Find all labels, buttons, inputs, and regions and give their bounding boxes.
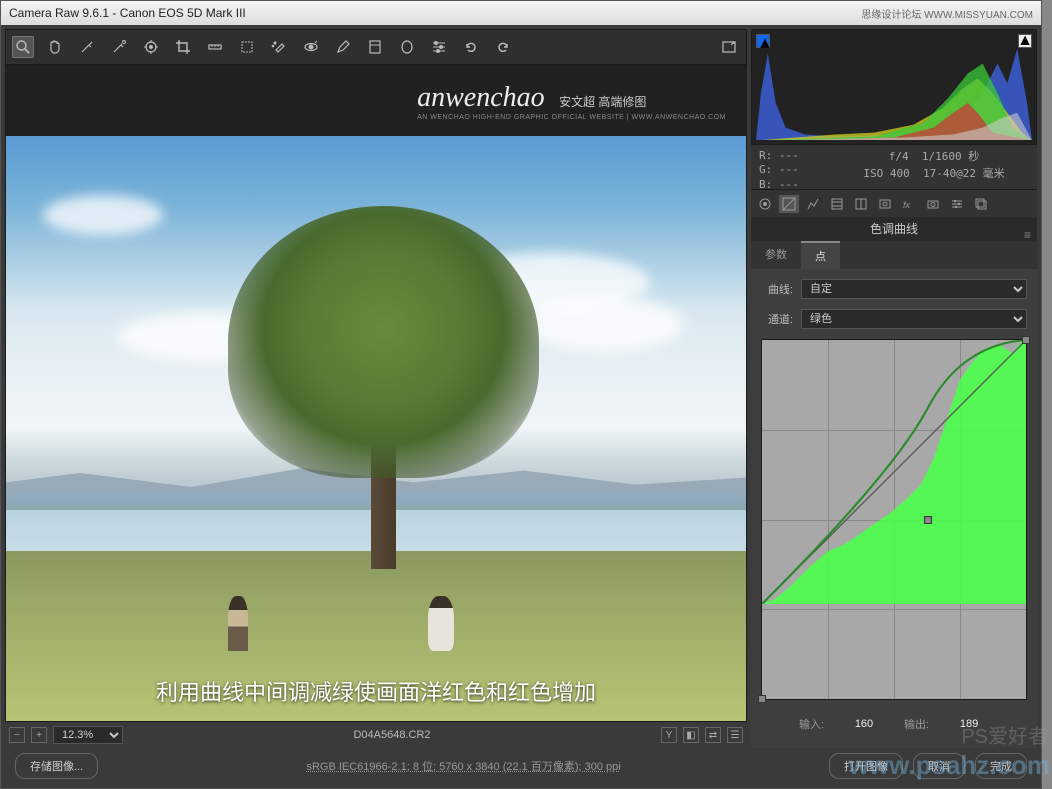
curve-panel-icon[interactable] [779, 195, 799, 213]
preview-container: anwenchao 安文超 高端修图 AN WENCHAO HIGH-END G… [5, 65, 747, 722]
zoom-select[interactable]: 12.3% [53, 726, 123, 744]
sub-tab-point[interactable]: 点 [801, 241, 840, 269]
compare-swap-button[interactable]: ⇄ [705, 727, 721, 743]
image-caption: 利用曲线中间调减绿使画面洋红色和红色增加 [6, 669, 746, 713]
fx-panel-icon[interactable]: fx [899, 195, 919, 213]
info-aperture: f/4 [889, 150, 909, 163]
info-g: G: --- [759, 163, 839, 177]
hand-tool-icon[interactable] [44, 36, 66, 58]
graduated-filter-tool-icon[interactable] [364, 36, 386, 58]
window-title: Camera Raw 9.6.1 - Canon EOS 5D Mark III [9, 6, 246, 20]
presets-panel-icon[interactable] [947, 195, 967, 213]
cancel-button[interactable]: 取消 [913, 753, 965, 779]
channel-label: 通道: [761, 311, 793, 327]
hsl-panel-icon[interactable] [827, 195, 847, 213]
curve-point-end[interactable] [1022, 336, 1030, 344]
person-bride [428, 596, 454, 651]
info-row: R: --- G: --- B: --- f/4 1/1600 秒 ISO 40… [751, 145, 1037, 189]
curve-select[interactable]: 自定 [801, 279, 1027, 299]
radial-filter-tool-icon[interactable] [396, 36, 418, 58]
fullscreen-icon[interactable] [718, 36, 740, 58]
titlebar: Camera Raw 9.6.1 - Canon EOS 5D Mark III… [1, 1, 1041, 25]
panel-title: 色调曲线 ≡ [751, 217, 1037, 241]
input-label: 输入: [799, 716, 824, 732]
adjustment-brush-tool-icon[interactable] [332, 36, 354, 58]
zoom-tool-icon[interactable] [12, 36, 34, 58]
watermark-main: anwenchao [417, 82, 545, 113]
split-tone-panel-icon[interactable] [851, 195, 871, 213]
svg-text:fx: fx [903, 200, 911, 210]
info-lens: 17-40@22 毫米 [923, 167, 1005, 180]
input-value[interactable] [844, 716, 884, 732]
zoom-out-button[interactable]: − [9, 727, 25, 743]
basic-panel-icon[interactable] [755, 195, 775, 213]
curve-point-mid[interactable] [924, 516, 932, 524]
redeye-tool-icon[interactable] [300, 36, 322, 58]
camera-panel-icon[interactable] [923, 195, 943, 213]
curve-label: 曲线: [761, 281, 793, 297]
curve-editor[interactable] [761, 339, 1027, 700]
panel-tabs: fx [751, 189, 1037, 217]
preferences-tool-icon[interactable] [428, 36, 450, 58]
channel-select[interactable]: 绿色 [801, 309, 1027, 329]
save-button[interactable]: 存储图像... [15, 753, 98, 779]
filename: D04A5648.CR2 [129, 729, 655, 741]
color-sampler-tool-icon[interactable] [108, 36, 130, 58]
info-r: R: --- [759, 149, 839, 163]
done-button[interactable]: 完成 [975, 753, 1027, 779]
watermark: anwenchao 安文超 高端修图 AN WENCHAO HIGH-END G… [6, 66, 746, 136]
person-groom [228, 596, 248, 651]
compare-settings-button[interactable]: ☰ [727, 727, 743, 743]
sub-tabs: 参数 点 [751, 241, 1037, 269]
info-iso: ISO 400 [863, 167, 909, 180]
output-label: 输出: [904, 716, 929, 732]
source-site: 思缘设计论坛 WWW.MISSYUAN.COM [861, 6, 1033, 21]
compare-y-button[interactable]: Y [661, 727, 677, 743]
image-preview[interactable]: 利用曲线中间调减绿使画面洋红色和红色增加 [6, 136, 746, 721]
sub-tab-params[interactable]: 参数 [751, 241, 801, 269]
lens-panel-icon[interactable] [875, 195, 895, 213]
rotate-ccw-icon[interactable] [460, 36, 482, 58]
output-value[interactable] [949, 716, 989, 732]
spot-removal-tool-icon[interactable] [268, 36, 290, 58]
panel-menu-icon[interactable]: ≡ [1024, 223, 1031, 247]
watermark-sub: 安文超 高端修图 [559, 95, 646, 109]
detail-panel-icon[interactable] [803, 195, 823, 213]
preview-footer: − + 12.3% D04A5648.CR2 Y ◧ ⇄ ☰ [5, 722, 747, 748]
toolbar [5, 29, 747, 65]
footer-bar: 存储图像... sRGB IEC61966-2.1; 8 位; 5760 x 3… [5, 748, 1037, 784]
watermark-url: AN WENCHAO HIGH-END GRAPHIC OFFICIAL WEB… [417, 114, 726, 121]
crop-tool-icon[interactable] [172, 36, 194, 58]
transform-tool-icon[interactable] [236, 36, 258, 58]
rotate-cw-icon[interactable] [492, 36, 514, 58]
snapshots-panel-icon[interactable] [971, 195, 991, 213]
workflow-link[interactable]: sRGB IEC61966-2.1; 8 位; 5760 x 3840 (22.… [108, 758, 819, 774]
zoom-in-button[interactable]: + [31, 727, 47, 743]
histogram[interactable]: ▲ ▲ [751, 29, 1037, 145]
curve-point-start[interactable] [758, 695, 766, 703]
targeted-adjustment-tool-icon[interactable] [140, 36, 162, 58]
info-shutter: 1/1600 秒 [922, 150, 979, 163]
straighten-tool-icon[interactable] [204, 36, 226, 58]
white-balance-tool-icon[interactable] [76, 36, 98, 58]
compare-before-button[interactable]: ◧ [683, 727, 699, 743]
open-button[interactable]: 打开图像 [829, 753, 903, 779]
